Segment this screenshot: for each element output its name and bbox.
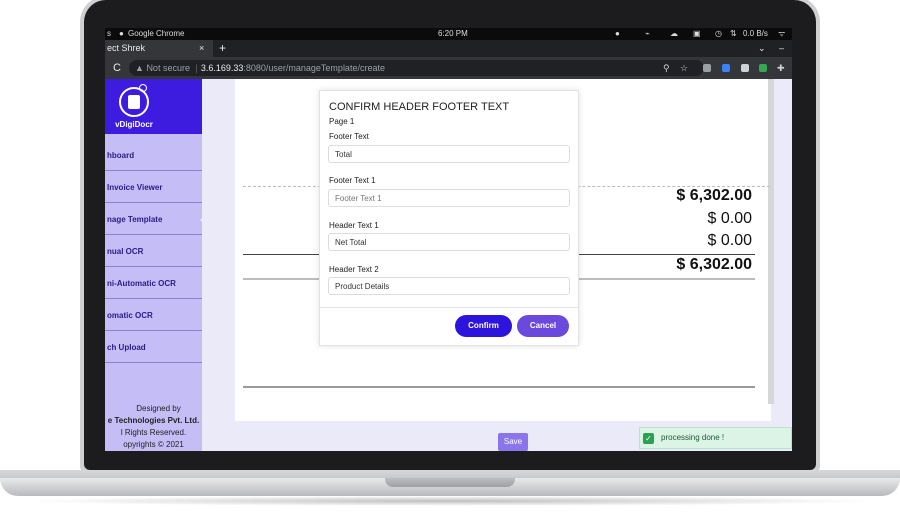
logo-text: vDigiDocr	[115, 120, 153, 129]
modal-divider	[320, 307, 578, 308]
sidebar-item-manage-template[interactable]: nage Template	[105, 204, 208, 235]
status-left-text: s	[107, 29, 111, 38]
sidebar-item-batch-upload[interactable]: ch Upload	[105, 332, 202, 363]
address-separator: |	[195, 63, 198, 73]
extension-icon-4[interactable]	[759, 64, 767, 72]
modal-page-label: Page 1	[329, 117, 355, 126]
logo[interactable]: vDigiDocr	[105, 79, 202, 134]
extension-icon-2[interactable]	[722, 64, 730, 72]
footer-copyright: opyrights © 2021	[123, 440, 184, 449]
extension-icon-3[interactable]	[741, 64, 749, 72]
address-bar-row: C ▲ Not secure | 3.6.169.33:8080/user/man…	[105, 57, 792, 79]
tab-bar: ect Shrek × + ⌄ –	[105, 40, 792, 57]
save-button[interactable]: Save	[498, 433, 528, 451]
logo-dot-icon	[139, 84, 147, 92]
cancel-button[interactable]: Cancel	[517, 315, 569, 337]
logo-document-icon	[128, 95, 140, 109]
sidebar-item-semi-automatic-ocr[interactable]: ni-Automatic OCR	[105, 268, 202, 299]
confirm-header-footer-modal: CONFIRM HEADER FOOTER TEXT Page 1 Footer…	[319, 90, 579, 346]
tab-close-icon[interactable]: ×	[199, 40, 204, 57]
header-text-2-label: Header Text 2	[329, 265, 379, 274]
header-text-2-input[interactable]	[328, 277, 570, 295]
signal-icon: ᯤ	[778, 29, 786, 38]
laptop-shadow	[20, 496, 880, 506]
footer-company: e Technologies Pvt. Ltd.	[107, 416, 200, 425]
check-icon: ✓	[643, 433, 654, 444]
wifi-icon: ⌁	[645, 29, 650, 38]
footer-rights: l Rights Reserved.	[120, 428, 187, 437]
tray-icon: ●	[615, 29, 620, 38]
minimize-icon[interactable]: –	[779, 40, 784, 57]
zoom-icon[interactable]: ⚲	[663, 57, 670, 79]
status-app-name: Google Chrome	[128, 29, 185, 38]
extensions-puzzle-icon[interactable]: ✚	[777, 57, 785, 79]
invoice-line-amount-2: $ 0.00	[707, 232, 752, 249]
bookmark-star-icon[interactable]: ☆	[680, 57, 688, 79]
sidebar-item-automatic-ocr[interactable]: omatic OCR	[105, 300, 202, 331]
new-tab-icon[interactable]: +	[219, 40, 226, 57]
tab-title: ect Shrek	[107, 43, 146, 53]
sidebar: vDigiDocr hboard Invoice Viewer nage Tem…	[105, 79, 208, 451]
header-text-1-label: Header Text 1	[329, 221, 379, 230]
toast-message: processing done !	[661, 433, 725, 442]
status-time: 6:20 PM	[438, 29, 468, 38]
sidebar-item-manual-ocr[interactable]: nual OCR	[105, 236, 202, 267]
invoice-total-amount: $ 6,302.00	[676, 187, 752, 204]
processing-toast: ✓ processing done !	[639, 427, 792, 449]
clock-icon: ◷	[715, 29, 722, 38]
warning-icon: ▲	[135, 63, 144, 73]
sidebar-item-dashboard[interactable]: hboard	[105, 140, 202, 171]
preview-scrollbar[interactable]	[768, 79, 774, 404]
extension-icon-1[interactable]	[703, 64, 711, 72]
invoice-line-amount-1: $ 0.00	[707, 210, 752, 227]
not-secure-label: Not secure	[146, 63, 190, 73]
invoice-grand-total: $ 6,302.00	[676, 256, 752, 273]
system-status-bar: s ● Google Chrome 6:20 PM ● ⌁ ☁ ▣ ◷ ⇅ 0.…	[105, 28, 792, 40]
modal-title: CONFIRM HEADER FOOTER TEXT	[329, 101, 510, 113]
app-page: vDigiDocr hboard Invoice Viewer nage Tem…	[105, 79, 792, 451]
footer-text-1-label: Footer Text 1	[329, 176, 376, 185]
footer-text-1-input[interactable]	[328, 189, 570, 207]
footer-text-label: Footer Text	[329, 132, 369, 141]
confirm-button[interactable]: Confirm	[455, 315, 512, 337]
address-host: 3.6.169.33	[200, 63, 244, 73]
section-divider-2	[243, 386, 755, 388]
net-speed: 0.0 B/s	[743, 29, 768, 38]
chrome-icon: ●	[119, 29, 124, 38]
network-icon: ⇅	[730, 29, 737, 38]
reload-icon[interactable]: C	[113, 57, 121, 79]
address-path: :8080/user/manageTemplate/create	[243, 63, 385, 73]
laptop-notch	[385, 478, 515, 487]
browser-tab[interactable]: ect Shrek ×	[105, 40, 213, 57]
sidebar-item-invoice-viewer[interactable]: Invoice Viewer	[105, 172, 202, 203]
calendar-icon: ▣	[693, 29, 701, 38]
tab-list-chevron-icon[interactable]: ⌄	[758, 40, 766, 57]
cloud-icon: ☁	[670, 29, 678, 38]
screen: s ● Google Chrome 6:20 PM ● ⌁ ☁ ▣ ◷ ⇅ 0.…	[105, 28, 792, 451]
header-text-1-input[interactable]	[328, 233, 570, 251]
address-bar[interactable]: ▲ Not secure | 3.6.169.33:8080/user/manag…	[129, 60, 704, 76]
footer-text-input[interactable]	[328, 145, 570, 163]
footer-designed-by: Designed by	[136, 404, 181, 413]
